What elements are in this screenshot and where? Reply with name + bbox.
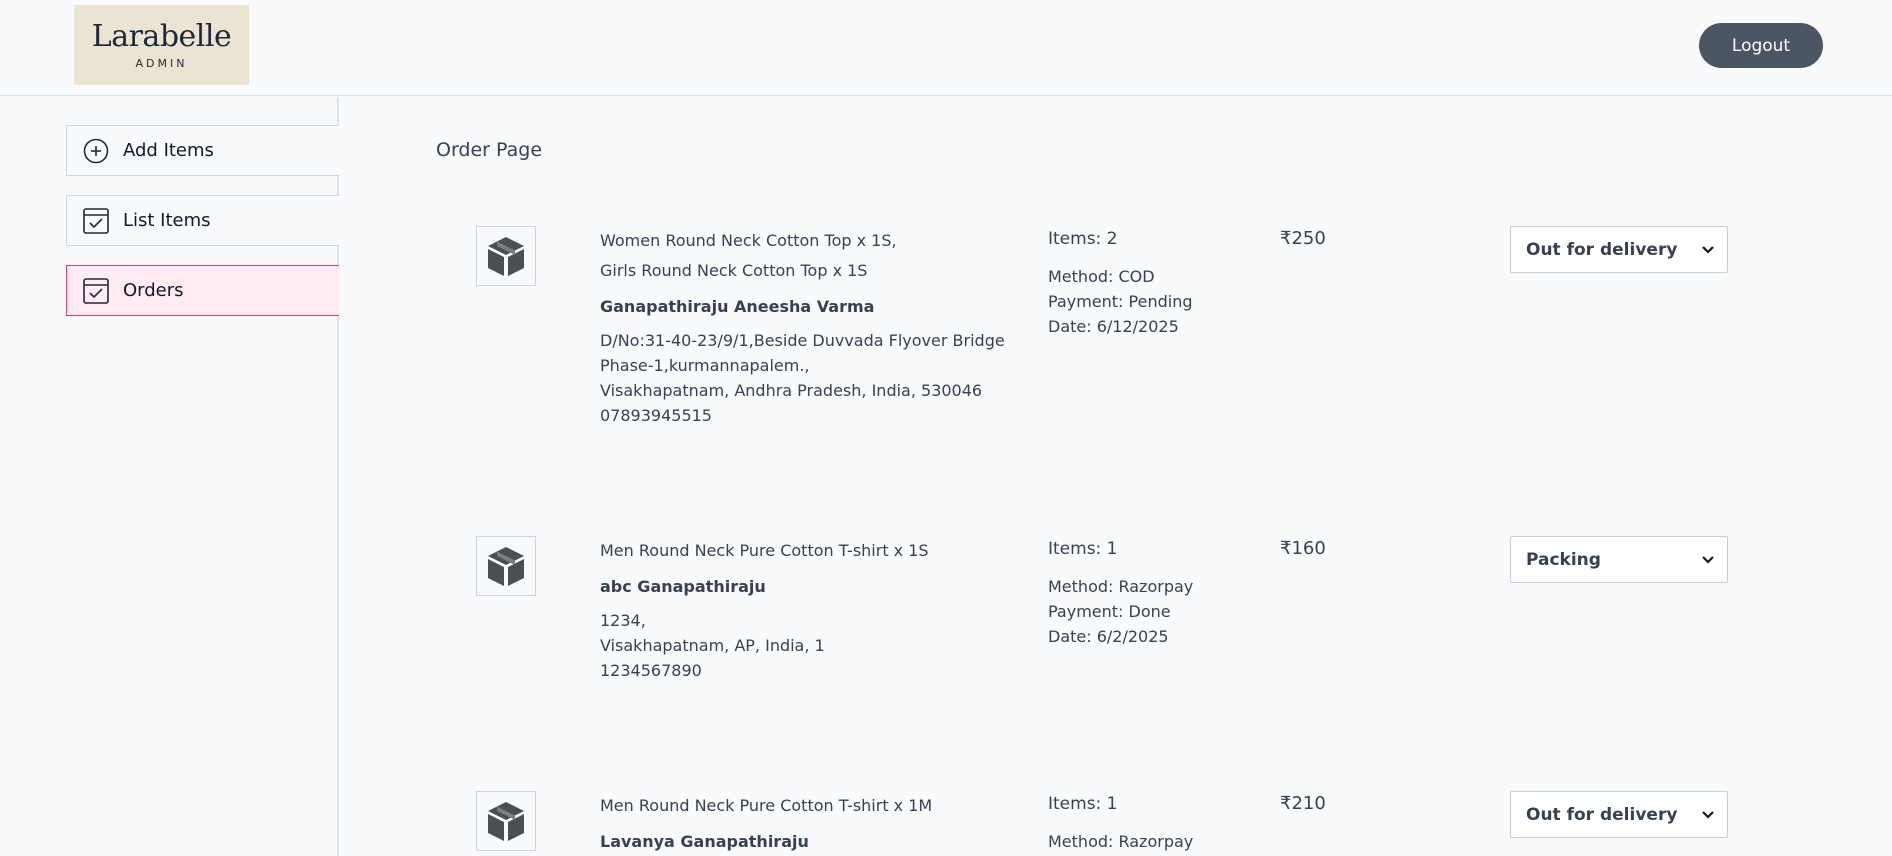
chevron-down-icon	[1702, 246, 1714, 254]
sidebar-item-add-items[interactable]: Add Items	[66, 125, 339, 176]
payment-method: Method: Razorpay	[1048, 832, 1194, 851]
status-value: Packing	[1526, 549, 1601, 570]
top-header: Larabelle ADMIN Logout	[0, 0, 1892, 96]
order-details: Men Round Neck Pure Cotton T-shirt x 1S …	[600, 536, 1020, 683]
status-value: Out for delivery	[1526, 804, 1678, 825]
order-details: Women Round Neck Cotton Top x 1S, Girls …	[600, 226, 1020, 428]
sidebar-item-label: Add Items	[123, 140, 214, 161]
order-product: Men Round Neck Pure Cotton T-shirt x 1M	[600, 796, 933, 815]
chevron-down-icon	[1702, 811, 1714, 819]
sidebar-item-orders[interactable]: Orders	[66, 265, 339, 316]
plus-circle-icon	[82, 137, 109, 164]
order-meta: Items: 1 Method: Razorpay Payment: Done …	[1048, 536, 1248, 649]
order-meta: Items: 1 Method: Razorpay	[1048, 791, 1248, 854]
phone-number: 07893945515	[600, 406, 712, 425]
order-details: Men Round Neck Pure Cotton T-shirt x 1M …	[600, 791, 1020, 856]
status-select[interactable]: Out for delivery	[1510, 226, 1728, 273]
sidebar-item-label: Orders	[123, 280, 184, 301]
customer-name: Ganapathiraju Aneesha Varma	[600, 297, 875, 316]
logo-subtitle: ADMIN	[135, 56, 188, 70]
package-icon	[476, 226, 536, 286]
sidebar: Add Items List Items Orders	[0, 97, 339, 856]
address-line: Visakhapatnam, Andhra Pradesh, India, 53…	[600, 381, 983, 400]
chevron-down-icon	[1702, 556, 1714, 564]
payment-method: Method: Razorpay	[1048, 577, 1194, 596]
package-icon	[476, 536, 536, 596]
customer-name: Lavanya Ganapathiraju	[600, 832, 809, 851]
checklist-icon	[82, 207, 109, 234]
address-line: 1234,	[600, 611, 646, 630]
order-amount: ₹250	[1280, 228, 1326, 249]
items-count: Items: 2	[1048, 229, 1118, 249]
payment-method: Method: COD	[1048, 267, 1155, 286]
payment-status: Payment: Pending	[1048, 292, 1193, 311]
status-select[interactable]: Out for delivery	[1510, 791, 1728, 838]
address-line: D/No:31-40-23/9/1,Beside Duvvada Flyover…	[600, 331, 1005, 350]
phone-number: 1234567890	[600, 661, 702, 680]
page-title: Order Page	[436, 139, 543, 161]
checklist-icon	[82, 277, 109, 304]
order-date: Date: 6/12/2025	[1048, 317, 1179, 336]
customer-name: abc Ganapathiraju	[600, 577, 766, 596]
order-amount: ₹160	[1280, 538, 1326, 559]
sidebar-item-list-items[interactable]: List Items	[66, 195, 339, 246]
order-product: Women Round Neck Cotton Top x 1S,	[600, 231, 897, 250]
address-line: Visakhapatnam, AP, India, 1	[600, 636, 825, 655]
package-icon	[476, 791, 536, 851]
address-line: Phase-1,kurmannapalem.,	[600, 356, 810, 375]
status-value: Out for delivery	[1526, 239, 1678, 260]
items-count: Items: 1	[1048, 539, 1118, 559]
logout-button[interactable]: Logout	[1699, 23, 1823, 68]
brand-logo: Larabelle ADMIN	[74, 5, 249, 85]
items-count: Items: 1	[1048, 794, 1118, 814]
payment-status: Payment: Done	[1048, 602, 1171, 621]
sidebar-item-label: List Items	[123, 210, 211, 231]
order-date: Date: 6/2/2025	[1048, 627, 1169, 646]
status-select[interactable]: Packing	[1510, 536, 1728, 583]
logo-name: Larabelle	[91, 18, 232, 54]
order-product: Girls Round Neck Cotton Top x 1S	[600, 261, 868, 280]
order-product: Men Round Neck Pure Cotton T-shirt x 1S	[600, 541, 929, 560]
order-meta: Items: 2 Method: COD Payment: Pending Da…	[1048, 226, 1248, 339]
order-amount: ₹210	[1280, 793, 1326, 814]
